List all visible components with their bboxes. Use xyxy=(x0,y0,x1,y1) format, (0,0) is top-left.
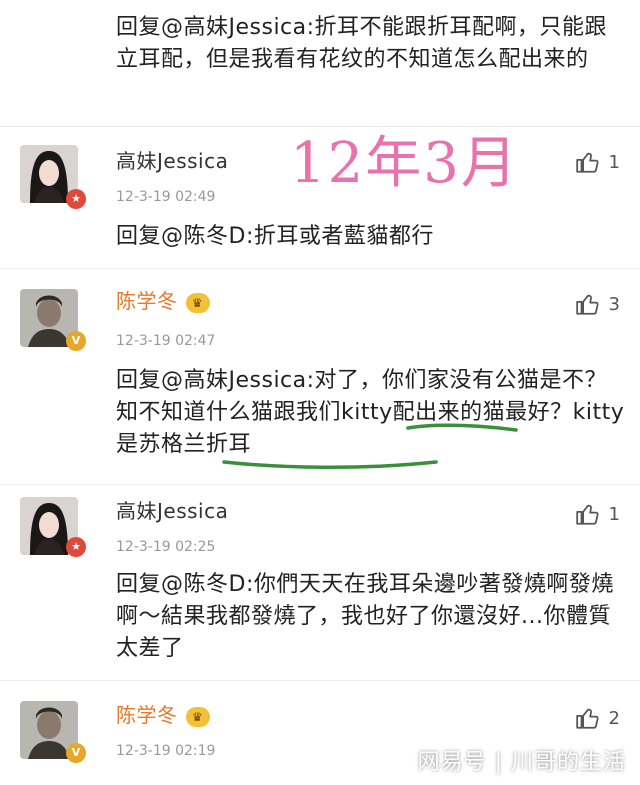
comment-item: V 陈学冬 ♛ 12-3-19 02:47 3 回复@高妹Jessica:对了，你… xyxy=(0,268,640,481)
like-button[interactable]: 3 xyxy=(560,289,620,319)
comment-feed: 回复@高妹Jessica:折耳不能跟折耳配啊，只能跟立耳配，但是我看有花纹的不知… xyxy=(0,0,640,784)
like-button[interactable]: 2 xyxy=(560,703,620,733)
watermark: 网易号 | 川哥的生活 xyxy=(417,750,626,775)
username[interactable]: 高妹Jessica xyxy=(116,499,228,523)
verified-badge-icon: V xyxy=(66,331,86,351)
timestamp: 12-3-19 02:47 xyxy=(116,333,216,349)
like-count: 2 xyxy=(608,707,620,729)
username[interactable]: 高妹Jessica xyxy=(116,149,228,173)
thumbs-up-icon xyxy=(575,294,599,315)
timestamp: 12-3-19 02:19 xyxy=(116,743,216,759)
verified-badge-icon: ★ xyxy=(66,537,86,557)
date-annotation: 12年3月 xyxy=(290,131,519,196)
username[interactable]: 陈学冬 ♛ xyxy=(116,703,210,727)
reply-text: 回复@陈冬D:你們天天在我耳朵邊吵著發燒啊發燒啊～結果我都發燒了，我也好了你還沒… xyxy=(116,572,614,661)
thumbs-up-icon xyxy=(575,504,599,525)
username[interactable]: 陈学冬 ♛ xyxy=(116,289,210,313)
like-button[interactable]: 1 xyxy=(560,499,620,529)
level-badge-icon: ♛ xyxy=(185,706,210,727)
timestamp: 12-3-19 02:25 xyxy=(116,539,216,555)
like-count: 3 xyxy=(608,293,620,315)
timestamp: 12-3-19 02:49 xyxy=(116,189,216,205)
verified-badge-icon: V xyxy=(66,743,86,763)
thumbs-up-icon xyxy=(575,152,599,173)
reply-text: 回复@高妹Jessica:折耳不能跟折耳配啊，只能跟立耳配，但是我看有花纹的不知… xyxy=(116,15,608,72)
comment-item: ★ 高妹Jessica 12-3-19 02:25 1 回复@陈冬D:你們天天在… xyxy=(0,484,640,677)
like-button[interactable]: 1 xyxy=(560,147,620,177)
like-count: 1 xyxy=(608,151,620,173)
reply-text: 回复@陈冬D:折耳或者藍貓都行 xyxy=(116,224,434,249)
reply-text: 回复@高妹Jessica:对了，你们家没有公猫是不？知不知道什么猫跟我们kitt… xyxy=(116,368,625,457)
thumbs-up-icon xyxy=(575,708,599,729)
level-badge-icon: ♛ xyxy=(185,292,210,313)
like-count: 1 xyxy=(608,503,620,525)
verified-badge-icon: ★ xyxy=(66,189,86,209)
